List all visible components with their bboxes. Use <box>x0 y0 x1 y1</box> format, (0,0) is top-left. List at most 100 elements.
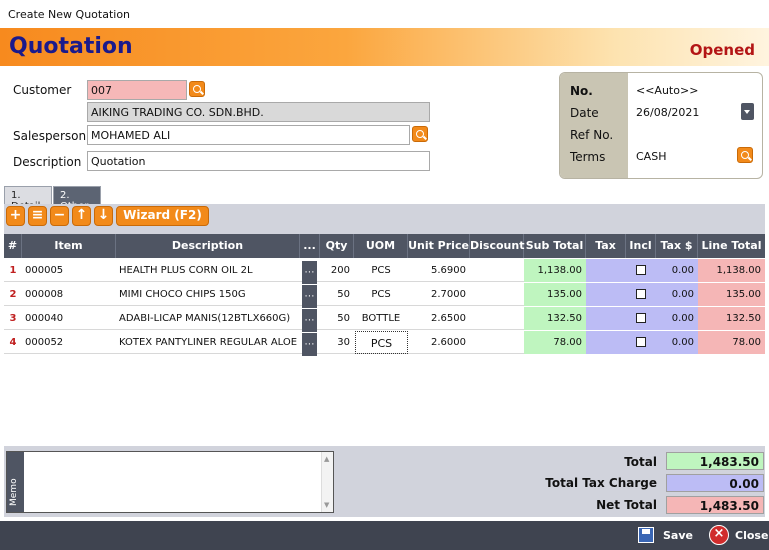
total-tax-value: 0.00 <box>666 474 764 492</box>
qty-cell[interactable]: 50 <box>320 283 354 306</box>
discount-cell[interactable] <box>470 331 524 354</box>
unit-price-cell[interactable]: 2.6500 <box>408 307 470 330</box>
item-code-cell[interactable]: 000040 <box>22 307 116 330</box>
unit-price-cell[interactable]: 2.7000 <box>408 283 470 306</box>
col-header-incl[interactable]: Incl <box>626 234 656 258</box>
tab-detail[interactable]: 1. Detail <box>4 186 52 212</box>
col-header-sub-total[interactable]: Sub Total <box>524 234 586 258</box>
row-number: 4 <box>9 337 17 348</box>
item-code-cell[interactable]: 000005 <box>22 259 116 282</box>
tab-other[interactable]: 2. Other <box>53 186 101 212</box>
description-cell[interactable]: MIMI CHOCO CHIPS 150G <box>116 283 300 306</box>
tax-cell[interactable] <box>586 307 626 330</box>
description-label: Description <box>13 155 82 169</box>
incl-cell[interactable] <box>626 259 656 282</box>
table-row[interactable]: 1 000005 HEALTH PLUS CORN OIL 2L ⋯ 200 P… <box>4 259 765 284</box>
item-code-cell[interactable]: 000008 <box>22 283 116 306</box>
net-total-label: Net Total <box>596 498 657 512</box>
sub-total-cell: 132.50 <box>524 307 586 330</box>
add-row-button[interactable]: + <box>6 206 25 226</box>
unit-price-cell[interactable]: 2.6000 <box>408 331 470 354</box>
description-cell[interactable]: KOTEX PANTYLINER REGULAR ALOE VER... <box>116 331 300 354</box>
unit-price-cell[interactable]: 5.6900 <box>408 259 470 282</box>
line-total-cell: 1,138.00 <box>698 259 765 282</box>
qty-cell[interactable]: 50 <box>320 307 354 330</box>
row-number: 1 <box>9 265 17 276</box>
table-row[interactable]: 3 000040 ADABI-LICAP MANIS(12BTLX660G) ⋯… <box>4 307 765 332</box>
description-cell[interactable]: ADABI-LICAP MANIS(12BTLX660G) <box>116 307 300 330</box>
status-badge: Opened <box>689 41 755 59</box>
qty-cell[interactable]: 200 <box>320 259 354 282</box>
discount-cell[interactable] <box>470 283 524 306</box>
move-down-button[interactable]: ↓ <box>94 206 113 226</box>
terms-field[interactable]: CASH <box>636 150 666 163</box>
terms-label: Terms <box>570 150 606 164</box>
discount-cell[interactable] <box>470 307 524 330</box>
table-row[interactable]: 2 000008 MIMI CHOCO CHIPS 150G ⋯ 50 PCS … <box>4 283 765 308</box>
row-number: 3 <box>9 313 17 324</box>
move-up-button[interactable]: ↑ <box>72 206 91 226</box>
more-button[interactable]: ⋯ <box>302 333 317 356</box>
incl-checkbox[interactable] <box>636 289 646 299</box>
col-header-line-total[interactable]: Line Total <box>698 234 765 258</box>
more-button[interactable]: ⋯ <box>302 285 317 308</box>
tax-amount-cell: 0.00 <box>656 283 698 306</box>
scroll-up-icon[interactable]: ▲ <box>324 455 329 463</box>
uom-cell[interactable]: BOTTLE <box>354 307 408 330</box>
remove-row-button[interactable]: − <box>50 206 69 226</box>
col-header-number[interactable]: # <box>4 234 22 258</box>
date-field[interactable]: 26/08/2021 <box>636 106 699 119</box>
col-header-tax[interactable]: Tax <box>586 234 626 258</box>
row-number: 2 <box>9 289 17 300</box>
col-header-uom[interactable]: UOM <box>354 234 408 258</box>
table-row[interactable]: 4 000052 KOTEX PANTYLINER REGULAR ALOE V… <box>4 331 765 356</box>
close-button[interactable]: Close <box>735 529 768 542</box>
memo-label: Memo <box>9 478 19 506</box>
incl-checkbox[interactable] <box>636 265 646 275</box>
line-total-cell: 78.00 <box>698 331 765 354</box>
scroll-down-icon[interactable]: ▼ <box>324 501 329 509</box>
memo-textarea[interactable] <box>25 452 320 512</box>
incl-checkbox[interactable] <box>636 313 646 323</box>
tax-cell[interactable] <box>586 331 626 354</box>
salesperson-field[interactable]: MOHAMED ALI <box>87 125 410 145</box>
tax-cell[interactable] <box>586 283 626 306</box>
more-button[interactable]: ⋯ <box>302 309 317 332</box>
description-cell[interactable]: HEALTH PLUS CORN OIL 2L <box>116 259 300 282</box>
col-header-description[interactable]: Description <box>116 234 300 258</box>
incl-cell[interactable] <box>626 283 656 306</box>
item-grid: # Item Description ... Qty UOM Unit Pric… <box>4 234 765 446</box>
sub-total-cell: 78.00 <box>524 331 586 354</box>
customer-name-field: AIKING TRADING CO. SDN.BHD. <box>87 102 430 122</box>
discount-cell[interactable] <box>470 259 524 282</box>
salesperson-search-icon[interactable] <box>412 126 428 142</box>
customer-code-field[interactable]: 007 <box>87 80 187 100</box>
col-header-item[interactable]: Item <box>22 234 116 258</box>
save-icon[interactable] <box>638 527 654 543</box>
tax-cell[interactable] <box>586 259 626 282</box>
col-header-tax-amount[interactable]: Tax $ <box>656 234 698 258</box>
description-field[interactable]: Quotation <box>87 151 430 171</box>
uom-cell[interactable]: PCS <box>355 331 408 354</box>
qty-cell[interactable]: 30 <box>320 331 354 354</box>
incl-checkbox[interactable] <box>636 337 646 347</box>
terms-search-icon[interactable] <box>737 147 753 163</box>
col-header-more[interactable]: ... <box>300 234 320 258</box>
no-value: <<Auto>> <box>636 84 699 97</box>
uom-cell[interactable]: PCS <box>354 283 408 306</box>
more-button[interactable]: ⋯ <box>302 261 317 284</box>
incl-cell[interactable] <box>626 307 656 330</box>
insert-row-button[interactable]: ≡ <box>28 206 47 226</box>
date-dropdown-icon[interactable] <box>741 103 754 120</box>
item-code-cell[interactable]: 000052 <box>22 331 116 354</box>
customer-search-icon[interactable] <box>189 81 205 97</box>
wizard-button[interactable]: Wizard (F2) <box>116 206 209 226</box>
col-header-discount[interactable]: Discount <box>470 234 524 258</box>
memo-scrollbar[interactable]: ▲ ▼ <box>321 452 333 512</box>
uom-cell[interactable]: PCS <box>354 259 408 282</box>
col-header-unit-price[interactable]: Unit Price <box>408 234 470 258</box>
col-header-qty[interactable]: Qty <box>320 234 354 258</box>
save-button[interactable]: Save <box>663 529 693 542</box>
close-icon[interactable]: × <box>709 525 729 545</box>
incl-cell[interactable] <box>626 331 656 354</box>
